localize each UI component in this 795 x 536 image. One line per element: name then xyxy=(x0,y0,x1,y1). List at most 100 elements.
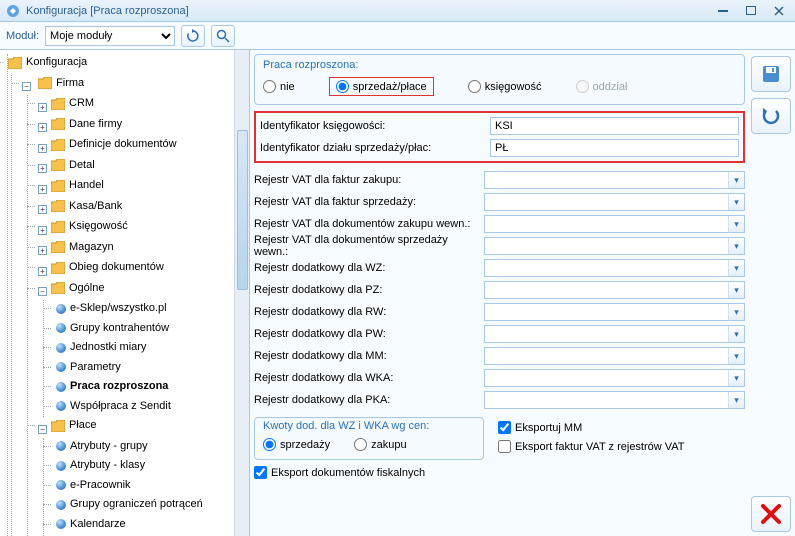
chevron-down-icon: ▾ xyxy=(728,172,744,188)
field-label: Rejestr dodatkowy dla WZ: xyxy=(254,262,484,274)
tree-item[interactable]: e-Sklep/wszystko.pl xyxy=(54,300,169,317)
tree-label: Definicje dokumentów xyxy=(69,136,177,153)
tree-item[interactable]: Współpraca z Sendit xyxy=(54,398,173,415)
tree-item[interactable]: e-Pracownik xyxy=(54,477,133,494)
maximize-button[interactable] xyxy=(741,4,761,18)
tree-item[interactable]: Atrybuty - grupy xyxy=(54,438,150,455)
expand-toggle[interactable]: + xyxy=(38,144,47,153)
chevron-down-icon: ▾ xyxy=(728,282,744,298)
expand-toggle[interactable]: + xyxy=(38,164,47,173)
tree-item[interactable]: Grupy kontrahentów xyxy=(54,320,171,337)
collapse-toggle[interactable]: − xyxy=(22,82,31,91)
tree-ogolne[interactable]: Ogólne xyxy=(49,280,106,297)
tree-item[interactable]: Księgowość xyxy=(49,218,130,235)
minimize-button[interactable] xyxy=(713,4,733,18)
register-rows: Rejestr VAT dla faktur zakupu:▾Rejestr V… xyxy=(254,169,745,411)
register-row: Rejestr dodatkowy dla PKA:▾ xyxy=(254,389,745,411)
tree-label: Współpraca z Sendit xyxy=(70,398,171,415)
chevron-down-icon: ▾ xyxy=(728,216,744,232)
radio-sprzedazy[interactable]: sprzedaży xyxy=(263,438,330,451)
chevron-down-icon: ▾ xyxy=(728,304,744,320)
expand-toggle[interactable]: + xyxy=(38,267,47,276)
radio-row: nie sprzedaż/płace księgowość oddział xyxy=(263,77,736,96)
tree-item[interactable]: Praca rozproszona xyxy=(54,378,170,395)
undo-button[interactable] xyxy=(751,98,791,134)
tree-item[interactable]: CRM xyxy=(49,95,96,112)
expand-toggle[interactable]: + xyxy=(38,205,47,214)
radio-label: zakupu xyxy=(371,439,406,451)
tree-label: Detal xyxy=(69,157,95,174)
tree-item[interactable]: Obieg dokumentów xyxy=(49,259,166,276)
register-combo[interactable]: ▾ xyxy=(484,215,745,233)
register-combo[interactable]: ▾ xyxy=(484,237,745,255)
tree-item[interactable]: Handel xyxy=(49,177,106,194)
register-row: Rejestr VAT dla faktur zakupu: ▾ xyxy=(254,169,745,191)
praca-rozproszona-group: Praca rozproszona: nie sprzedaż/płace ks… xyxy=(254,54,745,105)
dot-icon xyxy=(56,461,66,471)
expand-toggle[interactable]: + xyxy=(38,185,47,194)
folder-icon xyxy=(51,420,65,432)
tree-item[interactable]: Grupy ograniczeń potrąceń xyxy=(54,496,205,513)
check-label: Eksport dokumentów fiskalnych xyxy=(271,467,425,479)
close-window-button[interactable] xyxy=(769,4,789,18)
expand-toggle[interactable]: + xyxy=(38,226,47,235)
close-button[interactable] xyxy=(751,496,791,532)
scroll-thumb[interactable] xyxy=(237,130,248,290)
field-label: Rejestr dodatkowy dla PKA: xyxy=(254,394,484,406)
radio-ksiegowosc[interactable]: księgowość xyxy=(468,80,542,93)
tree-label: Parametry xyxy=(70,359,121,376)
register-combo[interactable]: ▾ xyxy=(484,325,745,343)
register-combo[interactable]: ▾ xyxy=(484,369,745,387)
config-tree[interactable]: Konfiguracja − Firma +CRM+Dane firmy+Def… xyxy=(0,50,249,536)
field-label: Rejestr VAT dla dokumentów sprzedaży wew… xyxy=(254,234,484,258)
tree-firma[interactable]: Firma xyxy=(36,75,86,92)
radio-label: sprzedaży xyxy=(280,439,330,451)
side-buttons xyxy=(751,56,791,134)
register-combo[interactable]: ▾ xyxy=(484,281,745,299)
register-combo[interactable]: ▾ xyxy=(484,347,745,365)
tree-item[interactable]: Definicje dokumentów xyxy=(49,136,179,153)
save-button[interactable] xyxy=(751,56,791,92)
register-combo[interactable]: ▾ xyxy=(484,259,745,277)
expand-toggle[interactable]: + xyxy=(38,246,47,255)
expand-toggle[interactable]: + xyxy=(38,123,47,132)
check-eksport-mm[interactable]: Eksportuj MM xyxy=(498,421,685,434)
id-ksiegowosc-input[interactable] xyxy=(490,117,739,135)
id-sprzedaz-input[interactable] xyxy=(490,139,739,157)
tree-item[interactable]: Magazyn xyxy=(49,239,116,256)
expand-toggle[interactable]: + xyxy=(38,103,47,112)
tree-place[interactable]: Płace xyxy=(49,417,99,434)
tree-item[interactable]: Jednostki miary xyxy=(54,339,148,356)
tree-item[interactable]: Parametry xyxy=(54,359,123,376)
kwoty-radio-row: sprzedaży zakupu xyxy=(263,438,475,451)
radio-nie[interactable]: nie xyxy=(263,80,295,93)
tree-item[interactable]: Dane firmy xyxy=(49,116,124,133)
check-eksport-vat[interactable]: Eksport faktur VAT z rejestrów VAT xyxy=(498,440,685,453)
row-id-sprzedaz: Identyfikator działu sprzedaży/płac: xyxy=(260,137,739,159)
collapse-toggle[interactable]: − xyxy=(38,287,47,296)
module-select[interactable]: Moje moduły xyxy=(45,26,175,46)
collapse-toggle[interactable]: − xyxy=(38,425,47,434)
register-row: Rejestr dodatkowy dla PW:▾ xyxy=(254,323,745,345)
tree-root[interactable]: Konfiguracja xyxy=(6,54,89,71)
refresh-button[interactable] xyxy=(181,25,205,47)
tree-item[interactable]: Kalendarze xyxy=(54,516,128,533)
register-combo[interactable]: ▾ xyxy=(484,391,745,409)
search-button[interactable] xyxy=(211,25,235,47)
radio-zakupu[interactable]: zakupu xyxy=(354,438,406,451)
tree-item[interactable]: Detal xyxy=(49,157,97,174)
field-label: Rejestr VAT dla faktur zakupu: xyxy=(254,174,484,186)
register-combo[interactable]: ▾ xyxy=(484,171,745,189)
register-combo[interactable]: ▾ xyxy=(484,193,745,211)
tree-item[interactable]: Atrybuty - klasy xyxy=(54,457,147,474)
left-panel: Konfiguracja − Firma +CRM+Dane firmy+Def… xyxy=(0,50,250,536)
folder-icon xyxy=(51,159,65,171)
tree-scrollbar[interactable] xyxy=(234,50,249,536)
register-combo[interactable]: ▾ xyxy=(484,303,745,321)
check-eksport-fiskalnych[interactable]: Eksport dokumentów fiskalnych xyxy=(254,466,425,479)
tree-item[interactable]: Kasa/Bank xyxy=(49,198,124,215)
group-title: Kwoty dod. dla WZ i WKA wg cen: xyxy=(263,420,475,432)
folder-icon xyxy=(8,57,22,69)
radio-sprzedaz-place[interactable]: sprzedaż/płace xyxy=(329,77,434,96)
field-label: Rejestr dodatkowy dla PW: xyxy=(254,328,484,340)
